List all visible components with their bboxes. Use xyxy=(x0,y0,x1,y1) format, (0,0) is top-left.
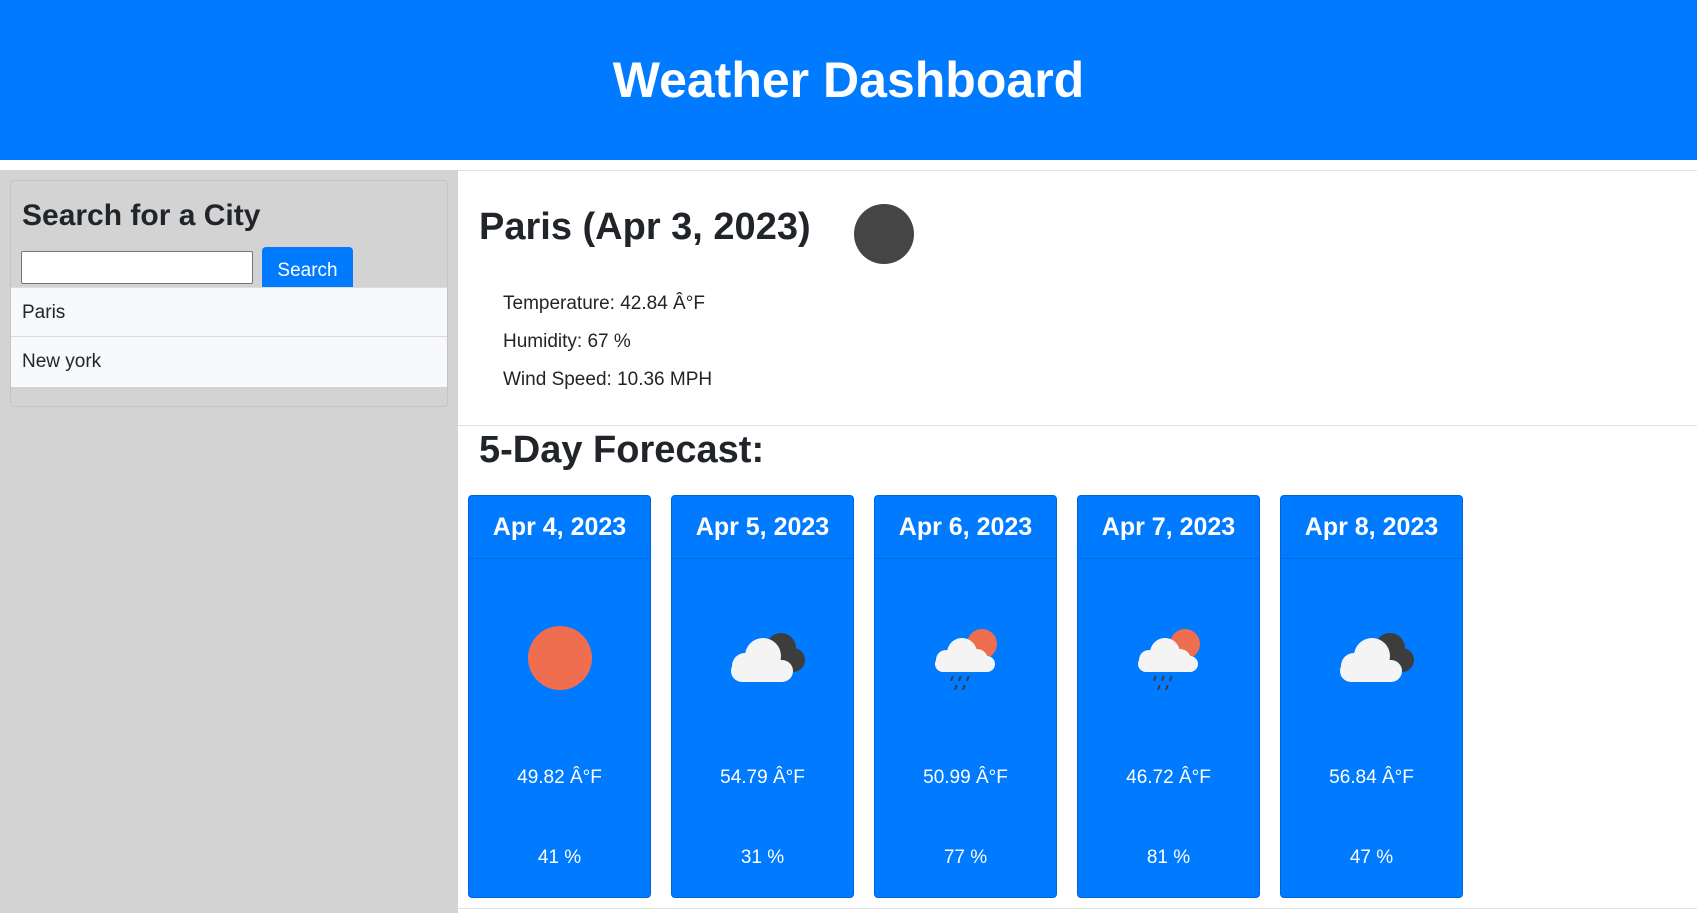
current-city-title: Paris (Apr 3, 2023) xyxy=(479,206,811,248)
forecast-humidity: 47 % xyxy=(1349,847,1394,868)
forecast-card: Apr 8, 2023 56.84 Â°F 47 % xyxy=(1280,495,1463,898)
forecast-card: Apr 6, 2023 50.99 Â°F 77 % xyxy=(874,495,1057,898)
forecast-card: Apr 5, 2023 54.79 Â°F 31 % xyxy=(671,495,854,898)
forecast-temperature: 54.79 Â°F xyxy=(720,767,805,788)
current-wind-speed: Wind Speed: 10.36 MPH xyxy=(503,369,713,390)
page-title: Weather Dashboard xyxy=(612,52,1085,108)
history-item-new-york[interactable]: New york xyxy=(11,336,447,387)
history-item-paris[interactable]: Paris xyxy=(11,287,447,338)
current-humidity: Humidity: 67 % xyxy=(503,331,631,352)
forecast-date: Apr 5, 2023 xyxy=(672,496,853,559)
forecast-card: Apr 4, 2023 49.82 Â°F 41 % xyxy=(468,495,651,898)
main-content: Paris (Apr 3, 2023) Temperature: 42.84 Â… xyxy=(458,170,1697,913)
forecast-date: Apr 8, 2023 xyxy=(1281,496,1462,559)
forecast-date: Apr 4, 2023 xyxy=(469,496,650,559)
forecast-title: 5-Day Forecast: xyxy=(479,429,765,471)
forecast-humidity: 77 % xyxy=(943,847,988,868)
forecast-temperature: 50.99 Â°F xyxy=(923,767,1008,788)
forecast-card: Apr 7, 2023 46.72 Â°F 81 % xyxy=(1077,495,1260,898)
forecast-temperature: 49.82 Â°F xyxy=(517,767,602,788)
search-panel: Search for a City Search Paris New york xyxy=(10,180,448,407)
search-heading: Search for a City xyxy=(22,199,261,232)
forecast-temperature: 46.72 Â°F xyxy=(1126,767,1211,788)
cloudy-icon xyxy=(730,633,805,682)
rain-icon xyxy=(934,629,997,691)
rain-icon xyxy=(1137,629,1200,691)
night-clear-icon xyxy=(854,204,914,264)
forecast-humidity: 81 % xyxy=(1146,847,1191,868)
current-temperature: Temperature: 42.84 Â°F xyxy=(503,293,705,314)
city-search-input[interactable] xyxy=(21,251,253,284)
sun-icon xyxy=(527,626,592,690)
forecast-humidity: 31 % xyxy=(740,847,785,868)
cloudy-icon xyxy=(1339,633,1414,682)
forecast-date: Apr 7, 2023 xyxy=(1078,496,1259,559)
forecast-temperature: 56.84 Â°F xyxy=(1329,767,1414,788)
section-divider xyxy=(458,425,1697,426)
page-header: Weather Dashboard xyxy=(0,0,1697,160)
bottom-divider xyxy=(458,908,1697,909)
forecast-date: Apr 6, 2023 xyxy=(875,496,1056,559)
forecast-humidity: 41 % xyxy=(537,847,582,868)
sidebar: Search for a City Search Paris New york xyxy=(0,170,458,913)
